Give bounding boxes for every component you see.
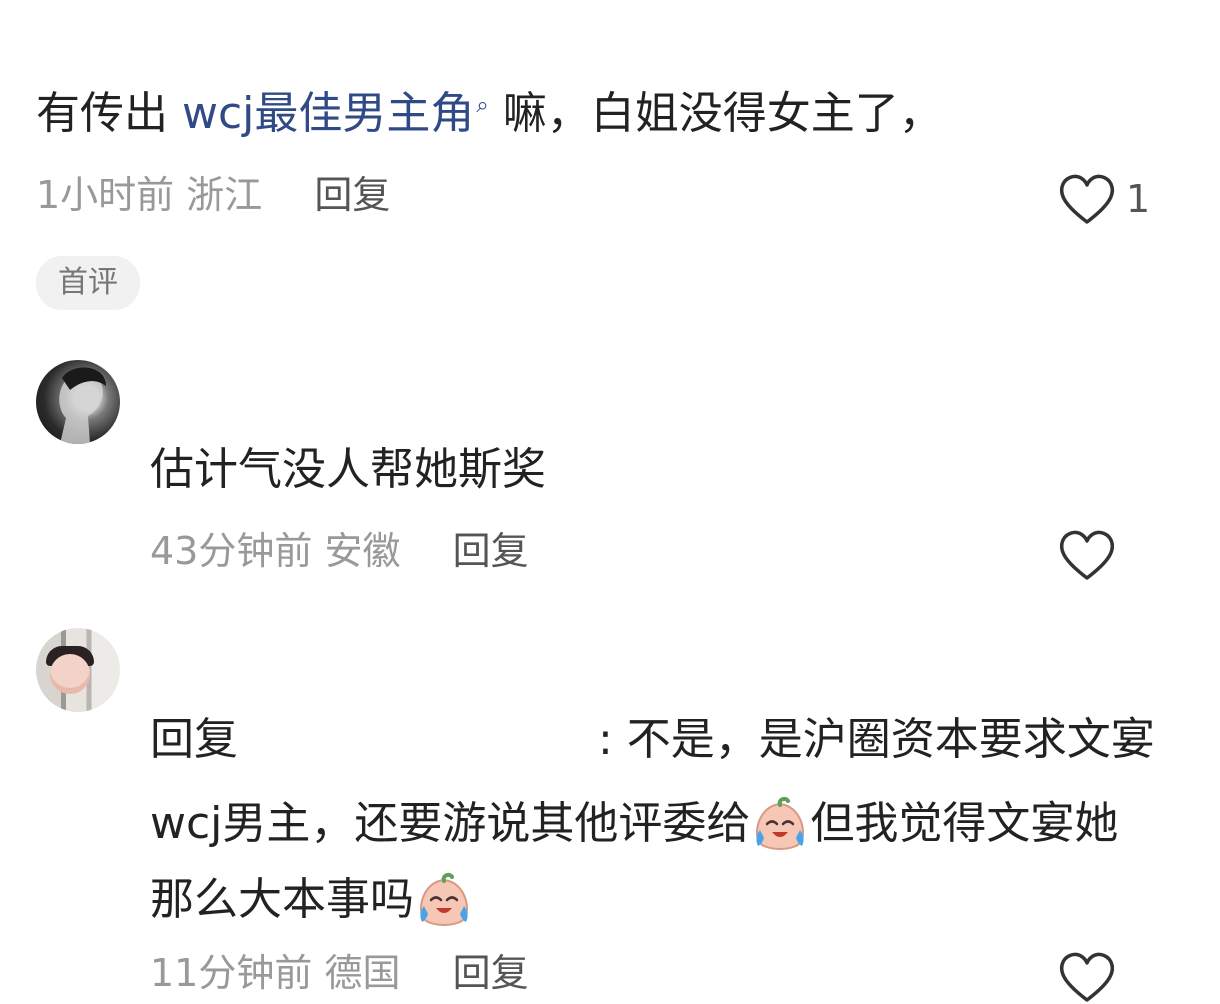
heart-icon: [1059, 174, 1115, 224]
comment-2-location: 安徽: [324, 529, 401, 573]
search-link[interactable]: wcj最佳男主角: [182, 88, 474, 139]
comment-3-time: 11分钟前: [150, 951, 313, 995]
comment-1-like-button[interactable]: 1: [1058, 172, 1150, 226]
crying-laughing-peach-emoji: [420, 872, 468, 926]
comment-3-line-2: wcj男主，还要游说其他评委给 但我觉得文宴她: [150, 796, 1118, 856]
first-comment-badge: 首评: [36, 256, 140, 310]
comment-2-time: 43分钟前: [150, 529, 313, 573]
heart-icon: [1059, 530, 1115, 580]
comment-3-reply-button[interactable]: 回复: [453, 951, 529, 995]
comment-1-reply-button[interactable]: 回复: [314, 173, 390, 217]
comment-1-location: 浙江: [186, 173, 263, 217]
comment-1-meta: 1小时前 浙江 回复: [36, 176, 390, 214]
comment-3-location: 德国: [324, 951, 401, 995]
comment-3-line-1: 回复: 不是，是沪圈资本要求文宴: [150, 718, 1155, 762]
avatar-grayscale-portrait: [59, 367, 106, 444]
comment-2-like-button[interactable]: [1058, 528, 1116, 582]
redacted-username: [238, 722, 598, 762]
comment-1-like-count: 1: [1126, 177, 1151, 221]
comment-3-line-2-a: wcj男主，还要游说其他评委给: [150, 798, 751, 849]
comment-3-like-button[interactable]: [1058, 950, 1116, 1004]
avatar[interactable]: [36, 628, 120, 712]
crying-laughing-peach-emoji: [756, 796, 805, 850]
comment-1-text: 有传出 wcj最佳男主角⌕ 嘛，白姐没得女主了，: [36, 92, 943, 136]
comment-1-text-before: 有传出: [36, 88, 182, 139]
comment-3-line-1-tail: : 不是，是沪圈资本要求文宴: [598, 714, 1155, 765]
comment-1-time: 1小时前: [36, 173, 175, 217]
search-icon[interactable]: ⌕: [476, 93, 488, 118]
avatar[interactable]: [36, 360, 120, 444]
comment-3-line-3: 那么大本事吗: [150, 872, 474, 932]
comment-2-text: 估计气没人帮她斯奖: [150, 444, 546, 495]
comment-3-line-3-text: 那么大本事吗: [150, 874, 414, 925]
heart-icon: [1059, 952, 1115, 1002]
reply-prefix: 回复: [150, 714, 238, 765]
comment-3-line-2-b: 但我觉得文宴她: [810, 798, 1119, 849]
comment-2-reply-button[interactable]: 回复: [453, 529, 529, 573]
comment-1-text-after: 嘛，白姐没得女主了，: [502, 88, 943, 139]
comment-2-meta: 43分钟前 安徽 回复: [150, 532, 529, 570]
comment-3-meta: 11分钟前 德国 回复: [150, 954, 529, 992]
